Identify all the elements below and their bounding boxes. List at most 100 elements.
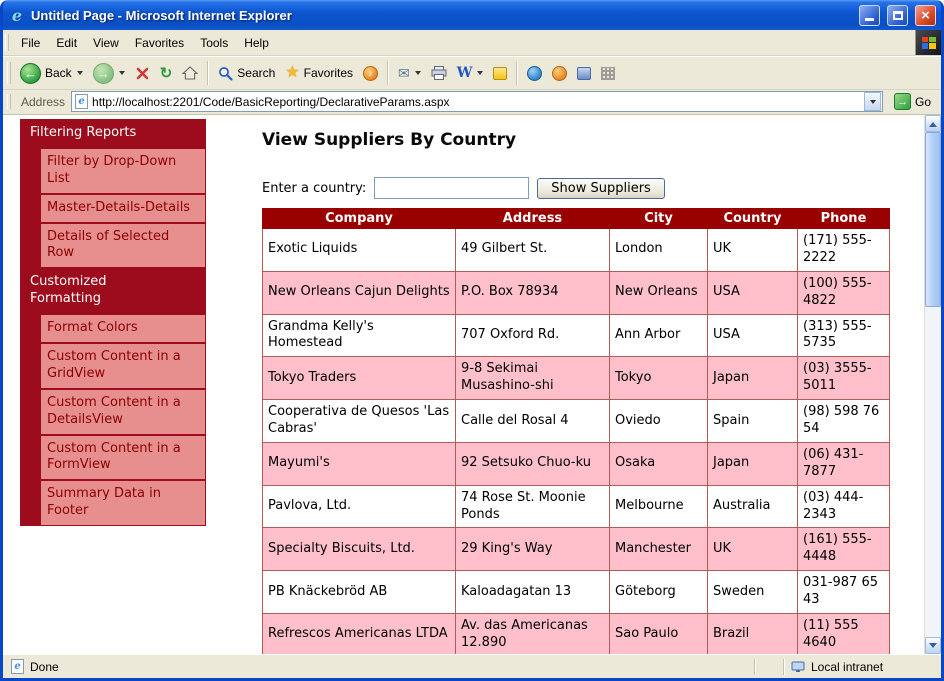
address-dropdown-button[interactable] bbox=[864, 92, 881, 111]
table-cell: Brazil bbox=[708, 614, 798, 654]
minimize-button[interactable] bbox=[859, 5, 880, 26]
menu-tools[interactable]: Tools bbox=[192, 32, 236, 54]
toolbar-grip[interactable] bbox=[5, 34, 9, 52]
sidebar-item[interactable]: Master-Details-Details bbox=[40, 194, 206, 223]
table-cell: PB Knäckebröd AB bbox=[263, 571, 456, 614]
table-cell: Sweden bbox=[708, 571, 798, 614]
stop-button[interactable] bbox=[130, 63, 155, 84]
go-arrow-icon: → bbox=[894, 93, 911, 110]
edit-dropdown-icon[interactable] bbox=[477, 71, 483, 75]
show-suppliers-button[interactable]: Show Suppliers bbox=[537, 178, 665, 199]
word-edit-icon: W bbox=[457, 65, 473, 81]
menu-help[interactable]: Help bbox=[236, 32, 277, 54]
table-cell: Av. das Americanas 12.890 bbox=[456, 614, 610, 654]
title-bar[interactable]: e Untitled Page - Microsoft Internet Exp… bbox=[3, 0, 941, 30]
sidebar-item[interactable]: Filter by Drop-Down List bbox=[40, 148, 206, 194]
go-label: Go bbox=[915, 95, 931, 109]
toolbar-grip[interactable] bbox=[7, 94, 11, 109]
close-button[interactable]: × bbox=[915, 5, 936, 26]
address-url[interactable]: http://localhost:2201/Code/BasicReportin… bbox=[92, 95, 860, 109]
toolbar-grip[interactable] bbox=[7, 62, 11, 84]
print-button[interactable] bbox=[426, 63, 452, 83]
messenger-button[interactable] bbox=[547, 63, 572, 84]
favicon-icon: e bbox=[75, 94, 88, 109]
menu-edit[interactable]: Edit bbox=[48, 32, 85, 54]
sidebar-item[interactable]: Custom Content in a GridView bbox=[40, 343, 206, 389]
table-cell: New Orleans Cajun Delights bbox=[263, 271, 456, 314]
favorites-button[interactable]: ★ Favorites bbox=[280, 62, 358, 84]
go-button[interactable]: → Go bbox=[889, 92, 936, 111]
table-cell: Osaka bbox=[610, 442, 708, 485]
table-cell: Ann Arbor bbox=[610, 314, 708, 357]
grid-icon bbox=[601, 67, 615, 80]
table-cell: 9-8 Sekimai Musashino-shi bbox=[456, 357, 610, 400]
table-header-row: CompanyAddressCityCountryPhone bbox=[263, 209, 890, 229]
table-row: Refrescos Americanas LTDAAv. das America… bbox=[263, 614, 890, 654]
table-cell: 92 Setsuko Chuo-ku bbox=[456, 442, 610, 485]
table-cell: (171) 555-2222 bbox=[798, 229, 890, 272]
scroll-up-button[interactable] bbox=[925, 115, 941, 132]
table-cell: (98) 598 76 54 bbox=[798, 400, 890, 443]
refresh-button[interactable]: ↻ bbox=[155, 63, 178, 84]
table-cell: Japan bbox=[708, 442, 798, 485]
media-icon: ♪ bbox=[363, 66, 378, 81]
grid-button[interactable] bbox=[596, 64, 620, 83]
table-row: New Orleans Cajun DelightsP.O. Box 78934… bbox=[263, 271, 890, 314]
back-label: Back bbox=[45, 66, 72, 80]
menu-items: FileEditViewFavoritesToolsHelp bbox=[13, 32, 277, 54]
table-cell: 707 Oxford Rd. bbox=[456, 314, 610, 357]
table-cell: Oviedo bbox=[610, 400, 708, 443]
table-cell: Cooperativa de Quesos 'Las Cabras' bbox=[263, 400, 456, 443]
maximize-button[interactable] bbox=[887, 5, 908, 26]
table-row: Tokyo Traders9-8 Sekimai Musashino-shiTo… bbox=[263, 357, 890, 400]
table-cell: (03) 444-2343 bbox=[798, 485, 890, 528]
status-text: Done bbox=[30, 660, 59, 674]
sidebar-item[interactable]: Custom Content in a DetailsView bbox=[40, 389, 206, 435]
table-cell: Mayumi's bbox=[263, 442, 456, 485]
table-cell: 031-987 65 43 bbox=[798, 571, 890, 614]
browser-viewport: Filtering ReportsFilter by Drop-Down Lis… bbox=[3, 115, 941, 654]
mail-dropdown-icon[interactable] bbox=[415, 71, 421, 75]
table-cell: Grandma Kelly's Homestead bbox=[263, 314, 456, 357]
scrollbar-thumb[interactable] bbox=[925, 132, 941, 307]
table-cell: Melbourne bbox=[610, 485, 708, 528]
country-input[interactable] bbox=[374, 177, 529, 199]
mail-button[interactable]: ✉ bbox=[393, 63, 426, 83]
table-row: Mayumi's92 Setsuko Chuo-kuOsakaJapan(06)… bbox=[263, 442, 890, 485]
main-content: View Suppliers By Country Enter a countr… bbox=[206, 115, 924, 654]
maximize-icon bbox=[893, 11, 903, 20]
sidebar-item[interactable]: Custom Content in a FormView bbox=[40, 435, 206, 481]
sidebar-item[interactable]: Details of Selected Row bbox=[40, 223, 206, 269]
arrow-down-icon bbox=[929, 643, 937, 652]
research-button[interactable] bbox=[572, 64, 596, 83]
toolbar-separator bbox=[207, 61, 209, 85]
web-button[interactable] bbox=[522, 63, 547, 84]
vertical-scrollbar[interactable] bbox=[924, 115, 941, 654]
sidebar-section-header[interactable]: Customized Formatting bbox=[20, 268, 206, 314]
address-field[interactable]: e http://localhost:2201/Code/BasicReport… bbox=[71, 91, 883, 112]
sidebar-item[interactable]: Format Colors bbox=[40, 314, 206, 343]
sidebar-item[interactable]: Summary Data in Footer bbox=[40, 480, 206, 526]
back-button[interactable]: ← Back bbox=[15, 60, 88, 87]
menu-favorites[interactable]: Favorites bbox=[127, 32, 192, 54]
globe-icon bbox=[527, 66, 542, 81]
column-header: Phone bbox=[798, 209, 890, 229]
menu-file[interactable]: File bbox=[13, 32, 48, 54]
menu-view[interactable]: View bbox=[85, 32, 127, 54]
search-button[interactable]: Search bbox=[213, 63, 280, 84]
home-button[interactable] bbox=[177, 63, 203, 83]
discuss-icon bbox=[493, 67, 507, 80]
media-button[interactable]: ♪ bbox=[358, 63, 383, 84]
search-label: Search bbox=[237, 66, 275, 80]
scroll-down-button[interactable] bbox=[925, 637, 941, 654]
edit-button[interactable]: W bbox=[452, 62, 489, 84]
forward-dropdown-icon[interactable] bbox=[119, 71, 125, 75]
column-header: Country bbox=[708, 209, 798, 229]
sidebar-section-header[interactable]: Filtering Reports bbox=[20, 119, 206, 148]
messenger-icon bbox=[552, 66, 567, 81]
scrollbar-track[interactable] bbox=[925, 307, 941, 637]
back-dropdown-icon[interactable] bbox=[77, 71, 83, 75]
suppliers-table: CompanyAddressCityCountryPhone Exotic Li… bbox=[262, 208, 890, 654]
discuss-button[interactable] bbox=[488, 64, 512, 83]
forward-button[interactable]: → bbox=[88, 60, 130, 87]
